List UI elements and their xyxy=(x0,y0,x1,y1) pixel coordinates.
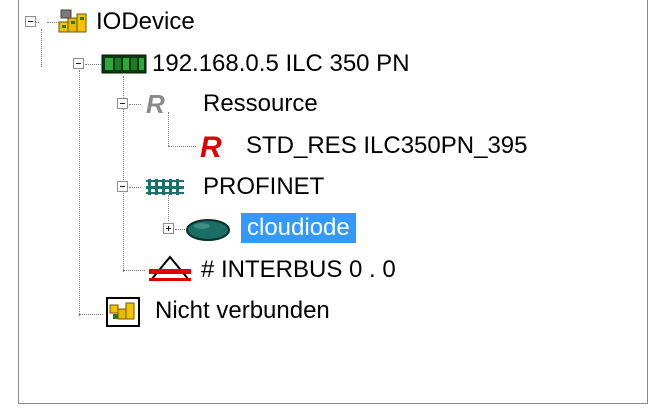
tree-line xyxy=(168,195,169,221)
interbus-warning-icon xyxy=(148,255,192,281)
tree-line xyxy=(129,187,141,188)
io-device-icon xyxy=(58,9,87,33)
tree-item-iodevice[interactable]: IODevice xyxy=(96,7,195,37)
tree-line xyxy=(41,29,42,67)
tree-item-cloudiode[interactable]: cloudiode xyxy=(241,213,356,243)
svg-text:R: R xyxy=(146,89,165,119)
resource-r-gray-icon: R xyxy=(146,89,165,119)
tree-line xyxy=(123,270,145,271)
tree-line xyxy=(129,104,141,105)
expand-toggle-cloudiode[interactable] xyxy=(163,223,174,234)
tree-item-nicht-verbunden[interactable]: Nicht verbunden xyxy=(155,296,330,326)
collapse-toggle-profinet[interactable] xyxy=(117,181,128,192)
tree-item-std-res[interactable]: STD_RES ILC350PN_395 xyxy=(246,131,527,161)
controller-module-icon xyxy=(101,54,147,74)
tree-item-interbus[interactable]: # INTERBUS 0 . 0 xyxy=(201,255,396,285)
tree-item-ressource[interactable]: Ressource xyxy=(203,89,318,119)
profinet-bus-icon xyxy=(146,179,184,195)
network-device-icon xyxy=(186,219,230,241)
resource-r-red-icon: R xyxy=(200,131,222,161)
collapse-toggle-iodevice[interactable] xyxy=(25,16,36,27)
tree-line xyxy=(79,314,103,315)
tree-item-device[interactable]: 192.168.0.5 ILC 350 PN xyxy=(152,49,410,79)
tree-line xyxy=(168,146,196,147)
tree-line xyxy=(79,70,80,316)
tree-item-profinet[interactable]: PROFINET xyxy=(203,172,324,202)
tree-line xyxy=(85,64,101,65)
unconnected-icon xyxy=(106,297,140,327)
collapse-toggle-ressource[interactable] xyxy=(117,98,128,109)
svg-text:R: R xyxy=(200,131,222,161)
collapse-toggle-device[interactable] xyxy=(73,58,84,69)
